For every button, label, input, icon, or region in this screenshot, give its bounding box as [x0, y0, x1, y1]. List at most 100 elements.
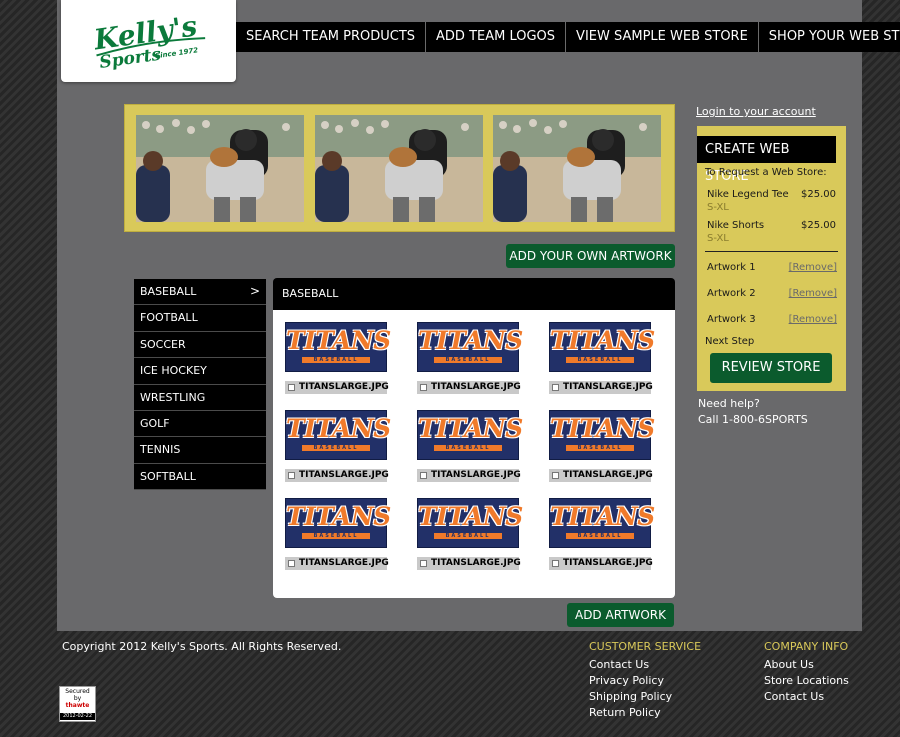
review-store-button[interactable]: REVIEW STORE	[710, 353, 832, 383]
artwork-tile[interactable]: TITANS BASEBALL TITANSLARGE.JPG	[417, 322, 523, 400]
artwork-caption: TITANSLARGE.JPG	[285, 557, 389, 570]
seal-line: thawte	[65, 702, 90, 709]
artwork-tile[interactable]: TITANS BASEBALL TITANSLARGE.JPG	[417, 498, 523, 576]
select-checkbox[interactable]	[420, 384, 427, 391]
nav-add-team-logos[interactable]: ADD TEAM LOGOS	[426, 22, 567, 52]
help-title: Need help?	[698, 397, 760, 410]
footer-link-contact-us[interactable]: Contact Us	[764, 690, 824, 703]
top-navigation: SEARCH TEAM PRODUCTS ADD TEAM LOGOS VIEW…	[236, 22, 900, 52]
artwork-tile[interactable]: TITANS BASEBALL TITANSLARGE.JPG	[549, 322, 655, 400]
select-checkbox[interactable]	[420, 560, 427, 567]
category-label: FOOTBALL	[140, 311, 198, 325]
product-price: $25.00	[801, 220, 836, 231]
titans-logo-text: TITANS	[286, 502, 391, 531]
kellys-logo-graphic: Kelly's Sports Since 1972	[91, 12, 206, 70]
select-checkbox[interactable]	[552, 384, 559, 391]
titans-logo-text: TITANS	[286, 414, 391, 443]
footer-link-about-us[interactable]: About Us	[764, 658, 814, 671]
select-checkbox[interactable]	[552, 560, 559, 567]
category-golf[interactable]: GOLF	[134, 410, 266, 438]
titans-logo-thumbnail[interactable]: TITANS BASEBALL	[549, 498, 655, 548]
titans-logo-thumbnail[interactable]: TITANS BASEBALL	[285, 410, 391, 460]
store-panel-subtitle: To Request a Web Store:	[705, 167, 827, 178]
artwork-filename: TITANSLARGE.JPG	[431, 470, 521, 480]
artwork-tile[interactable]: TITANS BASEBALL TITANSLARGE.JPG	[549, 410, 655, 488]
category-soccer[interactable]: SOCCER	[134, 331, 266, 359]
artwork-gallery: TITANS BASEBALL TITANSLARGE.JPG TITANS BAS…	[273, 310, 675, 598]
artwork-slot-label: Artwork 2	[707, 288, 756, 299]
titans-logo-sub: BASEBALL	[302, 445, 370, 451]
titans-logo-thumbnail[interactable]: TITANS BASEBALL	[549, 322, 655, 372]
artwork-filename: TITANSLARGE.JPG	[299, 558, 389, 568]
nav-search-team-products[interactable]: SEARCH TEAM PRODUCTS	[236, 22, 427, 52]
titans-logo-sub: BASEBALL	[566, 445, 634, 451]
titans-logo-thumbnail[interactable]: TITANS BASEBALL	[285, 322, 391, 372]
select-checkbox[interactable]	[552, 472, 559, 479]
category-tennis[interactable]: TENNIS	[134, 437, 266, 464]
artwork-filename: TITANSLARGE.JPG	[299, 382, 389, 392]
category-football[interactable]: FOOTBALL	[134, 305, 266, 332]
select-checkbox[interactable]	[420, 472, 427, 479]
titans-logo-sub: BASEBALL	[302, 357, 370, 363]
seal-line: Secured	[65, 688, 90, 695]
category-label: BASEBALL	[140, 285, 197, 298]
titans-logo-sub: BASEBALL	[302, 533, 370, 539]
footer-link-shipping-policy[interactable]: Shipping Policy	[589, 690, 672, 703]
artwork-caption: TITANSLARGE.JPG	[549, 557, 653, 570]
artwork-filename: TITANSLARGE.JPG	[563, 382, 653, 392]
footer-link-store-locations[interactable]: Store Locations	[764, 674, 849, 687]
remove-artwork-link[interactable]: [Remove]	[789, 288, 837, 299]
seal-line: by	[73, 695, 82, 702]
sport-category-list: BASEBALL > FOOTBALL SOCCER ICE HOCKEY WRE…	[134, 279, 266, 491]
add-your-own-artwork-button[interactable]: ADD YOUR OWN ARTWORK	[506, 244, 675, 268]
category-ice-hockey[interactable]: ICE HOCKEY	[134, 358, 266, 385]
artwork-tile[interactable]: TITANS BASEBALL TITANSLARGE.JPG	[285, 498, 391, 576]
artwork-caption: TITANSLARGE.JPG	[417, 469, 521, 482]
artwork-tile[interactable]: TITANS BASEBALL TITANSLARGE.JPG	[417, 410, 523, 488]
titans-logo-text: TITANS	[550, 502, 655, 531]
titans-logo-thumbnail[interactable]: TITANS BASEBALL	[549, 410, 655, 460]
titans-logo-text: TITANS	[418, 502, 523, 531]
artwork-filename: TITANSLARGE.JPG	[299, 470, 389, 480]
artwork-filename: TITANSLARGE.JPG	[431, 382, 521, 392]
footer-link-contact-us[interactable]: Contact Us	[589, 658, 649, 671]
select-checkbox[interactable]	[288, 384, 295, 391]
help-phone: Call 1-800-6SPORTS	[698, 413, 808, 426]
remove-artwork-link[interactable]: [Remove]	[789, 314, 837, 325]
artwork-tile[interactable]: TITANS BASEBALL TITANSLARGE.JPG	[285, 410, 391, 488]
select-checkbox[interactable]	[288, 472, 295, 479]
titans-logo-text: TITANS	[550, 414, 655, 443]
hero-banner	[124, 104, 675, 232]
brand-logo[interactable]: Kelly's Sports Since 1972	[61, 0, 236, 82]
thawte-security-seal[interactable]: Secured by thawte 2012-02-22	[59, 686, 96, 722]
login-link[interactable]: Login to your account	[696, 105, 816, 118]
titans-logo-sub: BASEBALL	[566, 533, 634, 539]
artwork-tile[interactable]: TITANS BASEBALL TITANSLARGE.JPG	[549, 498, 655, 576]
next-step-label: Next Step	[705, 336, 755, 347]
titans-logo-thumbnail[interactable]: TITANS BASEBALL	[285, 498, 391, 548]
category-label: SOFTBALL	[140, 469, 196, 483]
footer-link-return-policy[interactable]: Return Policy	[589, 706, 661, 719]
remove-artwork-link[interactable]: [Remove]	[789, 262, 837, 273]
category-softball[interactable]: SOFTBALL	[134, 463, 266, 491]
product-name: Nike Shorts	[707, 220, 765, 231]
category-wrestling[interactable]: WRESTLING	[134, 384, 266, 411]
artwork-caption: TITANSLARGE.JPG	[549, 469, 653, 482]
footer-link-privacy-policy[interactable]: Privacy Policy	[589, 674, 664, 687]
add-artwork-button[interactable]: ADD ARTWORK	[567, 603, 674, 627]
artwork-slot-label: Artwork 1	[707, 262, 756, 273]
select-checkbox[interactable]	[288, 560, 295, 567]
logo-since: Since 1972	[155, 46, 199, 60]
titans-logo-thumbnail[interactable]: TITANS BASEBALL	[417, 498, 523, 548]
titans-logo-thumbnail[interactable]: TITANS BASEBALL	[417, 410, 523, 460]
store-panel-title: CREATE WEB STORE	[697, 136, 836, 184]
category-label: GOLF	[140, 416, 170, 430]
titans-logo-sub: BASEBALL	[434, 357, 502, 363]
category-baseball[interactable]: BASEBALL >	[134, 279, 266, 306]
artwork-caption: TITANSLARGE.JPG	[417, 557, 521, 570]
artwork-slot-label: Artwork 3	[707, 314, 756, 325]
titans-logo-thumbnail[interactable]: TITANS BASEBALL	[417, 322, 523, 372]
nav-shop-your-web-store[interactable]: SHOP YOUR WEB STORE	[759, 22, 900, 52]
nav-view-sample-web-store[interactable]: VIEW SAMPLE WEB STORE	[566, 22, 759, 52]
artwork-tile[interactable]: TITANS BASEBALL TITANSLARGE.JPG	[285, 322, 391, 400]
